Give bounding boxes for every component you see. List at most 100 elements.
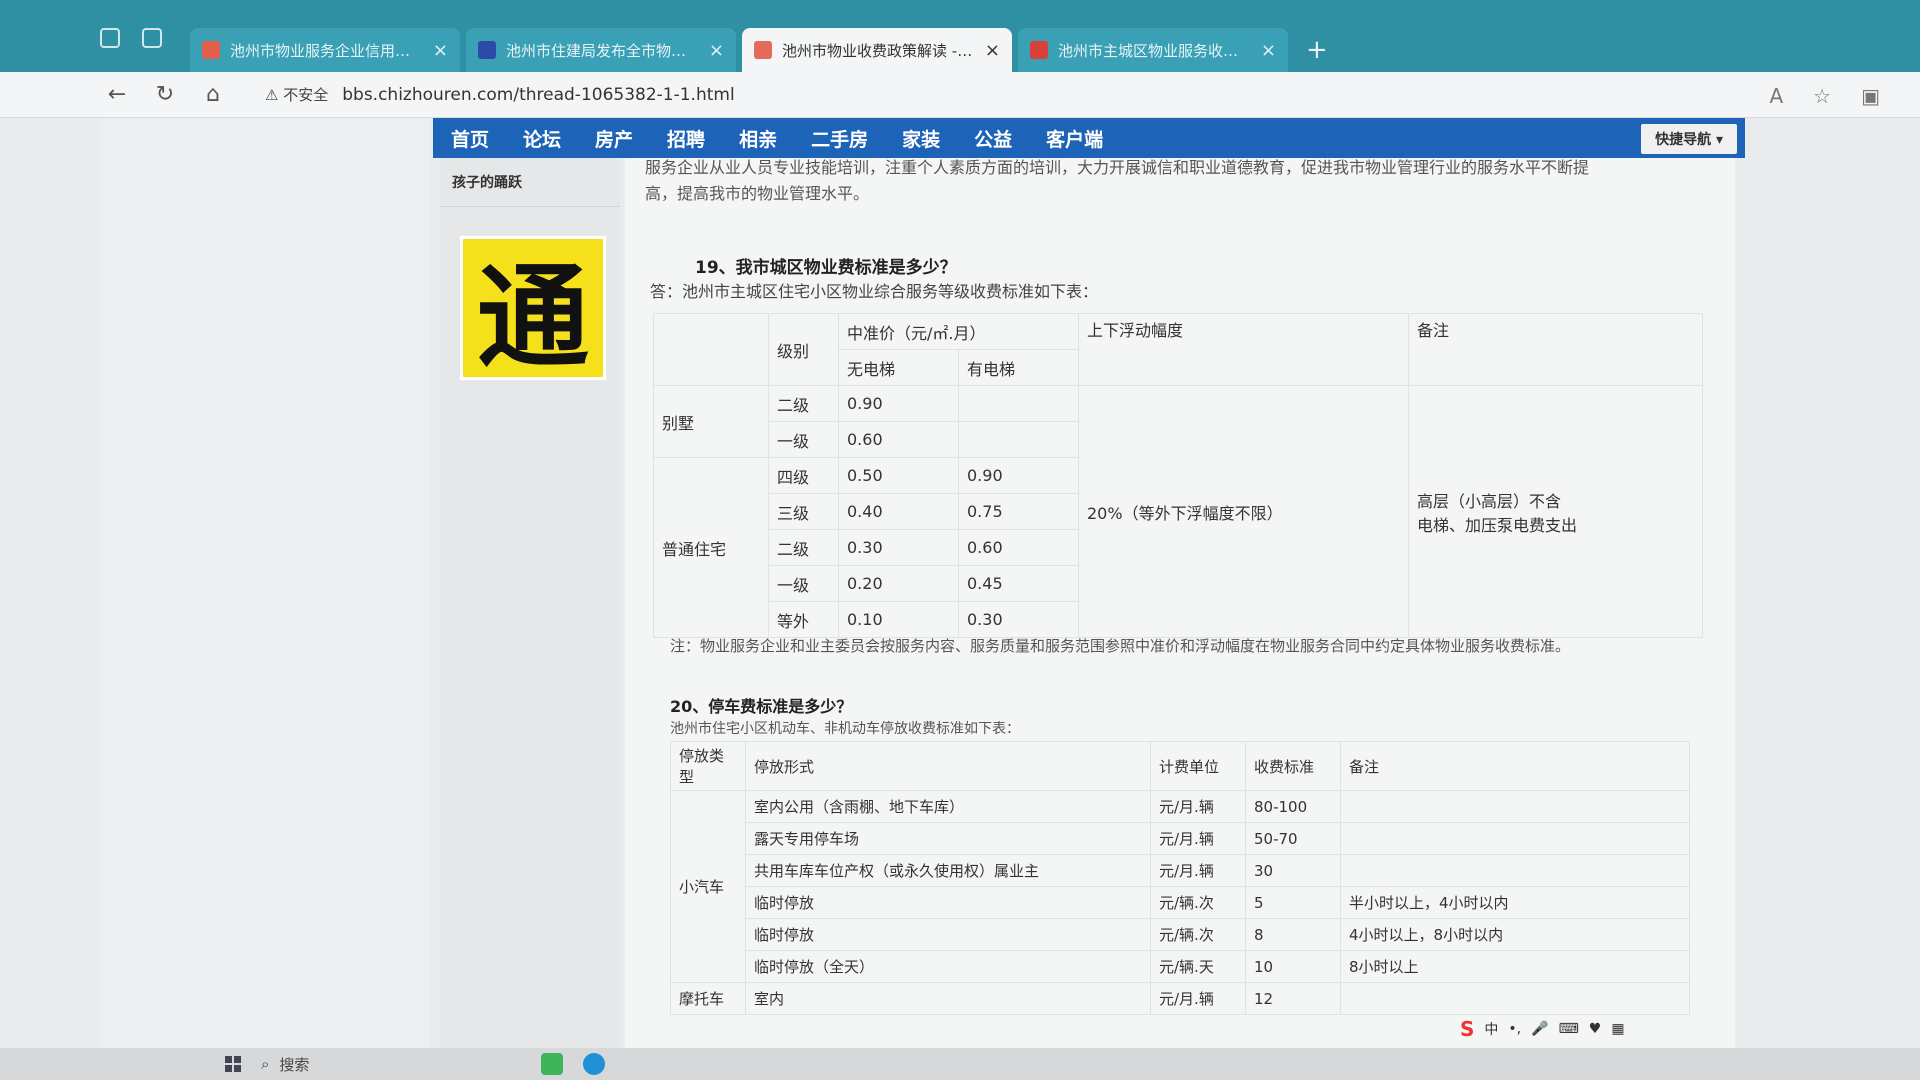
nav-item-app[interactable]: 客户端 (1046, 125, 1103, 152)
parking-fee: 12 (1245, 982, 1341, 1015)
post-author-sidebar: 孩子的踊跃 通 (440, 158, 620, 1048)
parking-unit: 元/辆.次 (1150, 886, 1246, 919)
messenger-app-icon[interactable] (541, 1053, 563, 1075)
nav-item-home[interactable]: 首页 (451, 125, 489, 152)
punctuation-icon[interactable]: •, (1508, 1021, 1521, 1037)
close-icon[interactable]: × (1261, 40, 1276, 61)
nav-item-realestate[interactable]: 房产 (595, 125, 633, 152)
parking-remark: 8小时以上 (1340, 950, 1690, 983)
table-row: 临时停放 元/辆.次 8 4小时以上，8小时以内 (671, 918, 1690, 951)
start-windows-icon[interactable] (225, 1056, 241, 1072)
tab-1[interactable]: 池州市物业服务企业信用等级评 × (190, 28, 460, 72)
parking-fee: 5 (1245, 886, 1341, 919)
table-row: 临时停放（全天） 元/辆.天 10 8小时以上 (671, 950, 1690, 983)
close-icon[interactable]: × (433, 40, 448, 61)
parking-form: 室内 (745, 982, 1151, 1015)
post-content: 服务企业从业人员专业技能培训，注重个人素质方面的培训，大力开展诚信和职业道德教育… (625, 158, 1735, 1048)
parking-fee: 10 (1245, 950, 1341, 983)
sogou-icon[interactable]: S (1460, 1017, 1474, 1041)
table-row: 露天专用停车场 元/月.辆 50-70 (671, 822, 1690, 855)
quick-nav-button[interactable]: 快捷导航 ▾ (1641, 124, 1737, 154)
row-type: 普通住宅 (653, 457, 769, 638)
parking-form: 临时停放 (745, 918, 1151, 951)
ime-mode[interactable]: 中 (1484, 1019, 1498, 1039)
row-level: 四级 (768, 457, 839, 494)
favorite-star-icon[interactable]: ☆ (1813, 84, 1831, 108)
url-field[interactable]: ⚠ 不安全 bbs.chizhouren.com/thread-1065382-… (265, 84, 735, 105)
read-aloud-icon[interactable]: A (1769, 84, 1783, 108)
row-with-elevator: 0.90 (958, 457, 1079, 494)
nav-item-secondhand[interactable]: 二手房 (811, 125, 868, 152)
row-no-elevator: 0.40 (838, 493, 959, 530)
tab-actions-icon[interactable] (142, 28, 162, 48)
question-20-heading: 20、停车费标准是多少？ (670, 697, 853, 716)
workspaces-icon[interactable] (100, 28, 120, 48)
tab-title: 池州市住建局发布全市物业服务 (506, 41, 699, 60)
question-19-heading: 19、我市城区物业费标准是多少？ (695, 258, 957, 278)
parking-remark: 半小时以上，4小时以内 (1340, 886, 1690, 919)
table-row: 临时停放 元/辆.次 5 半小时以上，4小时以内 (671, 886, 1690, 919)
close-icon[interactable]: × (985, 40, 1000, 61)
paragraph-line: 高，提高我市的物业管理水平。 (645, 184, 870, 203)
url-text[interactable]: bbs.chizhouren.com/thread-1065382-1-1.ht… (342, 85, 734, 105)
parking-form: 临时停放（全天） (745, 950, 1151, 983)
nav-item-jobs[interactable]: 招聘 (667, 125, 705, 152)
parking-unit: 元/月.辆 (1150, 854, 1246, 887)
search-icon: ⌕ (261, 1055, 270, 1073)
back-arrow-icon[interactable]: ← (105, 82, 129, 107)
parking-type: 小汽车 (670, 790, 746, 983)
nav-item-forum[interactable]: 论坛 (523, 125, 561, 152)
table-header: 级别 (768, 313, 839, 386)
parking-unit: 元/辆.天 (1150, 950, 1246, 983)
nav-item-dating[interactable]: 相亲 (739, 125, 777, 152)
tab-2[interactable]: 池州市住建局发布全市物业服务 × (466, 28, 736, 72)
parking-unit: 元/月.辆 (1150, 822, 1246, 855)
nav-item-charity[interactable]: 公益 (974, 125, 1012, 152)
tab-title: 池州市物业收费政策解读 - 池州 (782, 41, 975, 60)
taskbar-search[interactable]: ⌕ 搜索 (261, 1054, 521, 1075)
new-tab-button[interactable]: + (1294, 28, 1340, 72)
row-level: 三级 (768, 493, 839, 530)
refresh-icon[interactable]: ↻ (153, 82, 177, 107)
microphone-icon[interactable]: 🎤 (1531, 1021, 1548, 1037)
parking-fee: 80-100 (1245, 790, 1341, 823)
nav-item-decor[interactable]: 家装 (902, 125, 940, 152)
table-header: 备注 (1340, 741, 1690, 791)
toolbar-icons: A ☆ ▣ (1769, 84, 1880, 108)
table-row: 共用车库车位产权（或永久使用权）属业主 元/月.辆 30 (671, 854, 1690, 887)
skin-icon[interactable]: ♥ (1589, 1021, 1602, 1037)
parking-type: 摩托车 (670, 982, 746, 1015)
tab-4[interactable]: 池州市主城区物业服务收费管理 × (1018, 28, 1288, 72)
row-with-elevator: 0.60 (958, 529, 1079, 566)
parking-form: 露天专用停车场 (745, 822, 1151, 855)
web-page: 首页 论坛 房产 招聘 相亲 二手房 家装 公益 客户端 快捷导航 ▾ 孩子的踊… (0, 118, 1920, 1048)
address-bar: ← ↻ ⌂ ⚠ 不安全 bbs.chizhouren.com/thread-10… (0, 72, 1920, 118)
parking-unit: 元/月.辆 (1150, 982, 1246, 1015)
extensions-icon[interactable]: ▣ (1861, 84, 1880, 108)
author-name[interactable]: 孩子的踊跃 (440, 158, 620, 207)
security-warning[interactable]: ⚠ 不安全 (265, 84, 328, 105)
tab-controls (100, 28, 162, 48)
remark-line: 电梯、加压泵电费支出 (1417, 515, 1578, 535)
keyboard-icon[interactable]: ⌨ (1559, 1021, 1579, 1037)
tab-favicon-icon (202, 41, 220, 59)
table-header: 备注 (1408, 313, 1703, 386)
table-row: 别墅 二级 0.90 20%（等外下浮幅度不限） 高层（小高层）不含 电梯、加压… (653, 385, 1703, 638)
close-icon[interactable]: × (709, 40, 724, 61)
table-header: 有电梯 (958, 349, 1079, 386)
toolbox-icon[interactable]: ▦ (1611, 1021, 1624, 1037)
table-header: 计费单位 (1150, 741, 1246, 791)
taskbar-search-label: 搜索 (279, 1055, 310, 1074)
home-icon[interactable]: ⌂ (201, 82, 225, 107)
parking-remark (1340, 982, 1690, 1015)
table-header: 上下浮动幅度 (1078, 313, 1409, 386)
tab-3-active[interactable]: 池州市物业收费政策解读 - 池州 × (742, 28, 1012, 72)
parking-fee-table: 停放类型 停放形式 计费单位 收费标准 备注 小汽车 室内公用（含雨棚、地下车库… (670, 741, 1690, 1015)
edge-browser-icon[interactable] (583, 1053, 605, 1075)
parking-fee: 50-70 (1245, 822, 1341, 855)
table-row: 小汽车 室内公用（含雨棚、地下车库） 元/月.辆 80-100 (670, 790, 1690, 983)
row-no-elevator: 0.20 (838, 565, 959, 602)
answer-20-text: 池州市住宅小区机动车、非机动车停放收费标准如下表： (670, 721, 1020, 737)
author-avatar[interactable]: 通 (460, 236, 606, 383)
row-with-elevator: 0.75 (958, 493, 1079, 530)
